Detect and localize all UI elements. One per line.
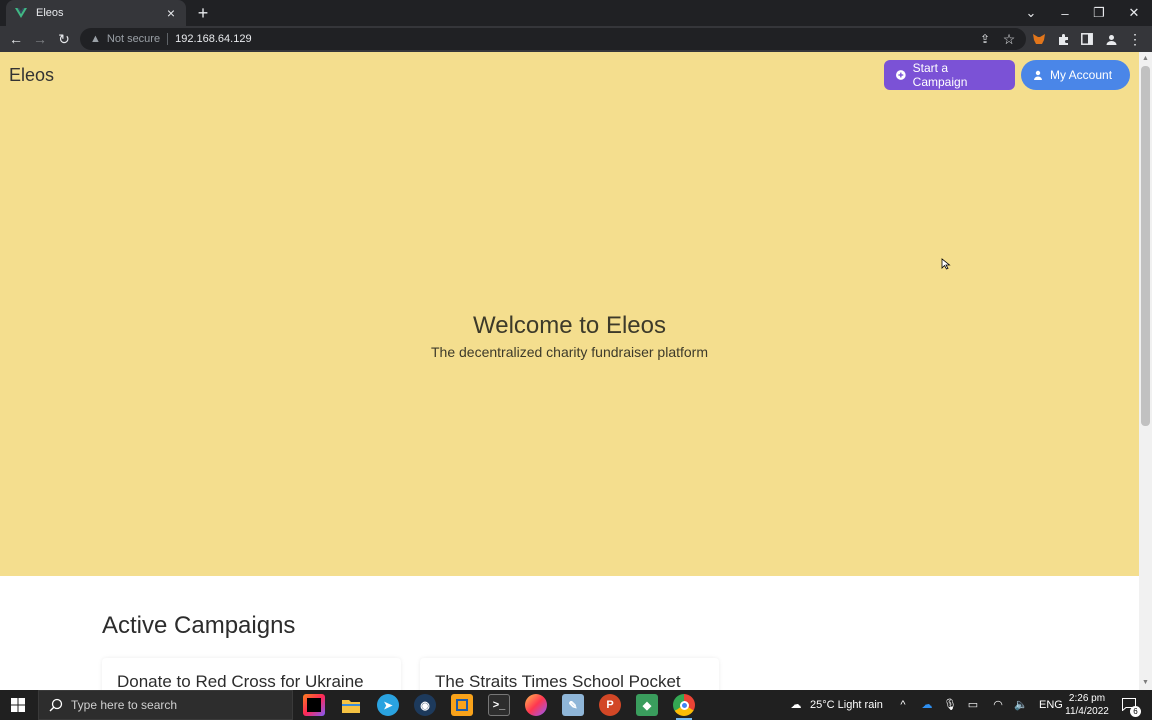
clock-time: 2:26 pm [1068,693,1106,704]
security-label[interactable]: Not secure [107,33,160,45]
address-bar[interactable]: ▲ Not secure 192.168.64.129 [80,28,1026,50]
scrollbar-thumb[interactable] [1141,66,1150,426]
firefox-icon[interactable] [525,694,547,716]
tab-strip: Eleos × + ⌄ – ❐ ✕ [0,0,1152,26]
plus-circle-icon [896,70,906,80]
page-viewport: Eleos Start a Campaign My Account Welcom… [0,52,1139,690]
scroll-up-icon[interactable]: ▲ [1141,54,1150,64]
back-icon[interactable]: ← [7,30,25,48]
tab-close-icon[interactable]: × [164,6,178,20]
file-explorer-icon[interactable] [340,694,362,716]
browser-toolbar: ← → ↻ ▲ Not secure 192.168.64.129 ⇪ ☆ ⋮ [0,26,1152,52]
profile-icon[interactable] [1102,30,1120,48]
hero-subtitle: The decentralized charity fundraiser pla… [430,344,709,360]
terminal-icon[interactable]: >_ [488,694,510,716]
jetbrains-app-icon[interactable] [303,694,325,716]
virtualbox-icon[interactable] [451,694,473,716]
window-close-icon[interactable]: ✕ [1117,0,1151,26]
vue-favicon-icon [15,8,27,18]
scroll-down-icon[interactable]: ▼ [1141,678,1150,688]
search-icon [49,698,63,712]
tab-search-icon[interactable]: ⌄ [1014,0,1048,26]
brand-logo[interactable]: Eleos [9,65,54,86]
user-icon [1034,70,1042,80]
reload-icon[interactable]: ↻ [55,30,73,48]
chrome-app-icon[interactable] [673,694,695,720]
bookmark-star-icon[interactable]: ☆ [1000,30,1018,48]
start-campaign-label: Start a Campaign [912,61,968,89]
restore-icon[interactable]: ❐ [1082,0,1116,26]
start-campaign-button[interactable]: Start a Campaign [884,60,1015,90]
campaign-title[interactable]: The Straits Times School Pocket [435,672,704,690]
windows-start-icon[interactable] [0,690,36,720]
hero-banner: Eleos Start a Campaign My Account Welcom… [0,52,1139,576]
metamask-extension-icon[interactable] [1030,30,1048,48]
windows-taskbar: Type here to search ➤ ◉ >_ ✎ P ◆ ☁ 25°C … [0,690,1152,720]
wifi-icon[interactable]: ◠ [991,698,1005,712]
vpn-app-icon[interactable]: ◉ [414,694,436,716]
tray-chevron-icon[interactable]: ^ [896,698,910,712]
notes-app-icon[interactable]: ✎ [562,694,584,716]
powerpoint-icon[interactable]: P [599,694,621,716]
notification-badge: 6 [1130,706,1141,717]
extensions-puzzle-icon[interactable] [1054,30,1072,48]
minimize-icon[interactable]: – [1048,0,1082,26]
green-app-icon[interactable]: ◆ [636,694,658,716]
weather-cloud-icon[interactable]: ☁ [788,698,804,712]
browser-tab[interactable]: Eleos × [6,0,186,26]
telegram-icon[interactable]: ➤ [377,694,399,716]
battery-icon[interactable]: ▭ [966,698,980,712]
campaign-card[interactable]: The Straits Times School Pocket [420,658,719,690]
tab-title: Eleos [36,7,64,19]
omnibox-divider [167,33,169,45]
weather-text[interactable]: 25°C Light rain [810,690,883,720]
clock-date: 11/4/2022 [1065,706,1109,717]
share-icon[interactable]: ⇪ [976,30,994,48]
campaign-title[interactable]: Donate to Red Cross for Ukraine [117,672,386,690]
side-panel-icon[interactable] [1078,30,1096,48]
url-text[interactable]: 192.168.64.129 [175,33,251,45]
new-tab-icon[interactable]: + [194,4,212,22]
taskbar-search[interactable]: Type here to search [38,690,293,720]
my-account-button[interactable]: My Account [1021,60,1130,90]
taskbar-clock[interactable]: 2:26 pm 11/4/2022 [1060,692,1114,718]
volume-icon[interactable]: 🔈 [1014,698,1028,712]
onedrive-icon[interactable]: ☁ [920,698,934,712]
forward-icon[interactable]: → [31,30,49,48]
page-scrollbar[interactable]: ▲ ▼ [1139,52,1152,690]
mouse-cursor-icon [941,258,951,270]
microphone-icon[interactable]: 🎙 [943,698,957,712]
active-campaigns-heading: Active Campaigns [102,612,296,639]
hero-title: Welcome to Eleos [473,312,666,339]
search-placeholder: Type here to search [71,698,178,712]
chrome-menu-icon[interactable]: ⋮ [1126,30,1144,48]
my-account-label: My Account [1050,68,1113,82]
campaign-card[interactable]: Donate to Red Cross for Ukraine [102,658,401,690]
warning-icon[interactable]: ▲ [90,33,101,45]
